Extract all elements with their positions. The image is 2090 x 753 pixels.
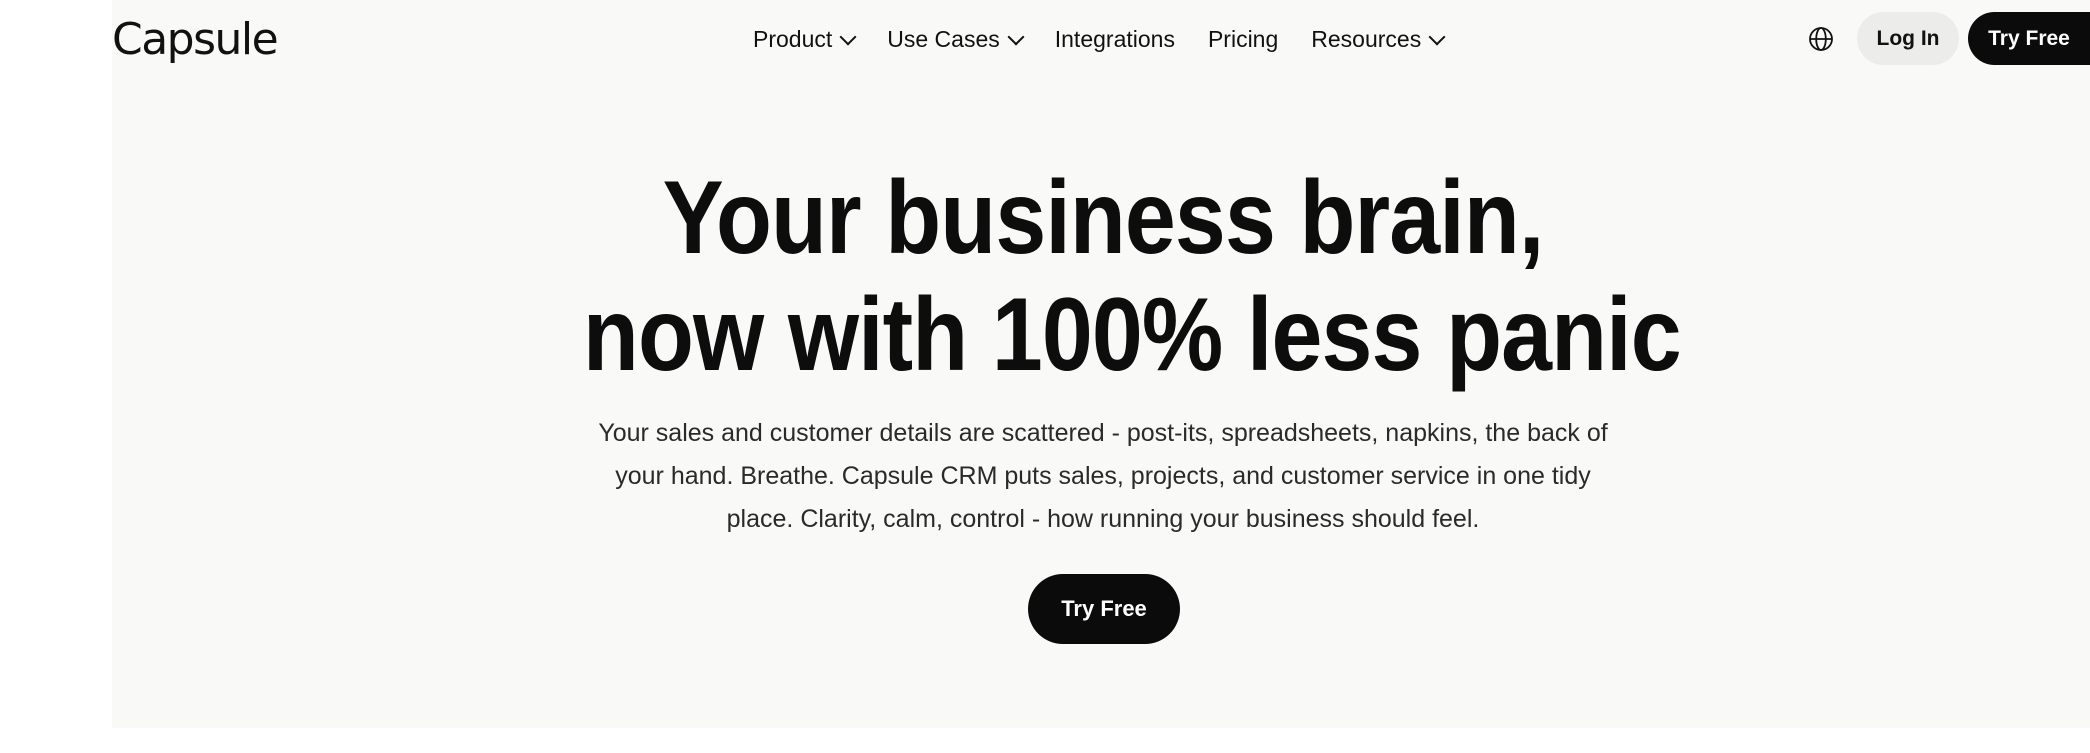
nav-links: Product Use Cases Integrations Pricing R… bbox=[753, 18, 1476, 60]
hero-subtext: Your sales and customer details are scat… bbox=[598, 419, 1608, 533]
chevron-down-icon bbox=[839, 28, 857, 45]
chevron-down-icon bbox=[1428, 28, 1446, 45]
login-button[interactable]: Log In bbox=[1857, 12, 1959, 65]
nav-item-product[interactable]: Product bbox=[753, 25, 857, 53]
nav-item-use-cases[interactable]: Use Cases bbox=[887, 25, 1025, 53]
nav-item-resources[interactable]: Resources bbox=[1311, 25, 1446, 53]
headline-line-2: now with 100% less panic bbox=[582, 277, 1682, 393]
nav-try-free-button[interactable]: Try Free bbox=[1968, 12, 2090, 65]
nav-item-label: Integrations bbox=[1054, 25, 1175, 52]
nav-item-integrations[interactable]: Integrations bbox=[1055, 26, 1175, 53]
nav-item-label: Use Cases bbox=[887, 25, 1000, 52]
chevron-down-icon bbox=[1007, 28, 1025, 45]
top-navigation: Capsule Product Use Cases Integrations P… bbox=[112, 0, 2090, 78]
nav-item-label: Resources bbox=[1311, 25, 1422, 52]
nav-item-label: Pricing bbox=[1207, 25, 1279, 52]
nav-item-label: Product bbox=[753, 25, 833, 52]
page: Capsule Product Use Cases Integrations P… bbox=[0, 0, 2090, 753]
capsule-logo[interactable]: Capsule bbox=[112, 12, 279, 68]
headline-line-1: Your business brain, bbox=[662, 160, 1545, 276]
hero-try-free-button[interactable]: Try Free bbox=[1028, 574, 1180, 644]
globe-icon[interactable] bbox=[1808, 26, 1834, 52]
nav-item-pricing[interactable]: Pricing bbox=[1208, 26, 1278, 53]
hero-headline: Your business brain, now with 100% less … bbox=[582, 160, 1682, 394]
